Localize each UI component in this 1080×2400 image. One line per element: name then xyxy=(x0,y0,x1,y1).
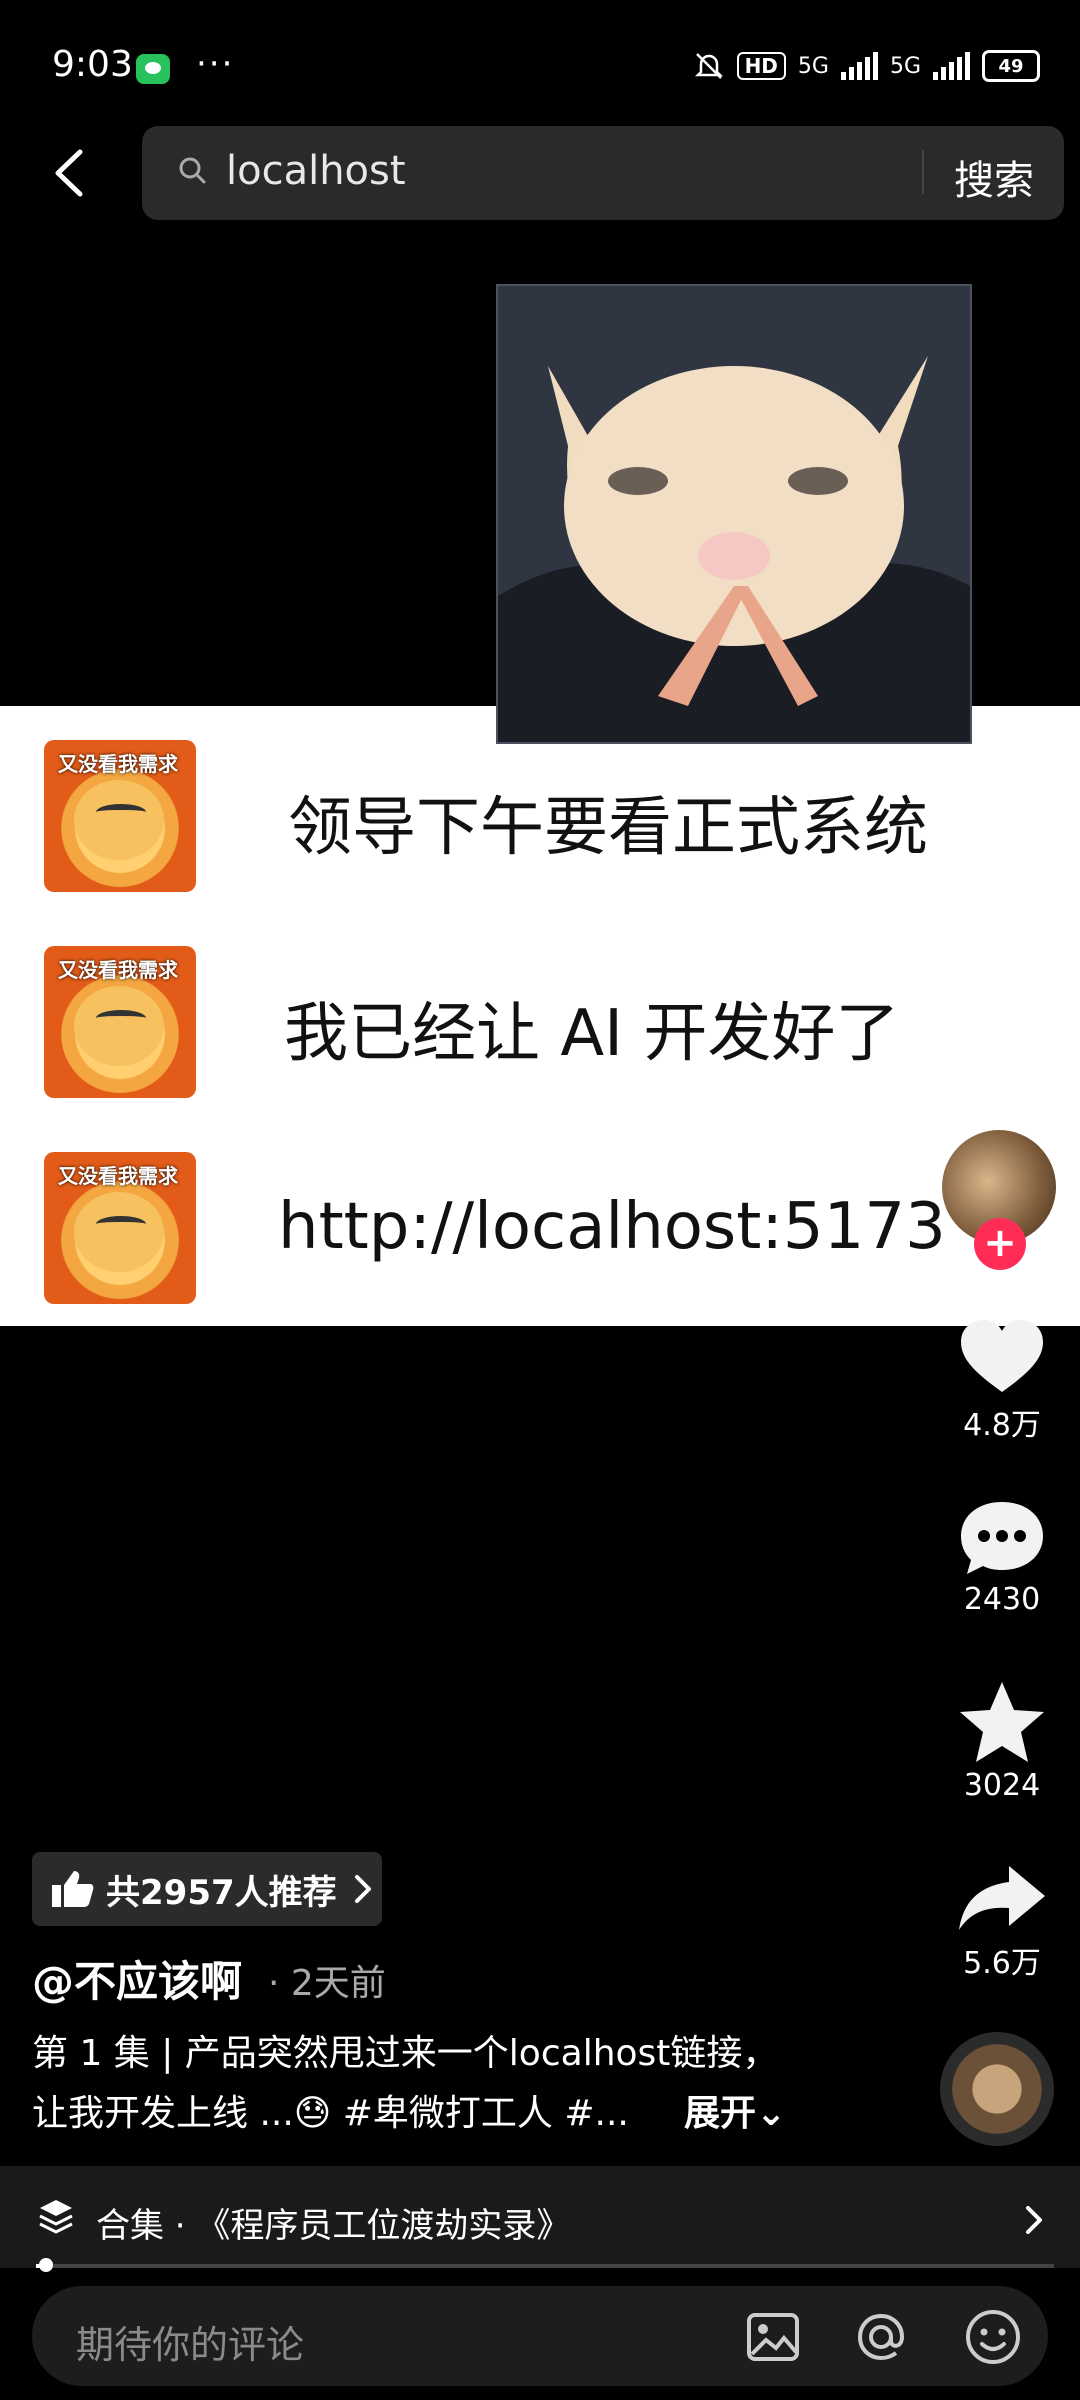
comment-bubble-icon xyxy=(961,1502,1043,1574)
meme-chat-panel: 又没看我需求 领导下午要看正式系统 又没看我需求 我已经让 AI 开发好了 又没… xyxy=(0,706,1080,1326)
favorite-count: 3024 xyxy=(963,1768,1041,1803)
like-button[interactable]: 4.8万 xyxy=(944,1316,1060,1444)
emoji-icon[interactable] xyxy=(964,2308,1022,2366)
video-description: 第 1 集 | 产品突然甩过来一个localhost链接， xyxy=(32,2033,779,2074)
search-icon xyxy=(179,157,206,184)
search-input[interactable]: localhost xyxy=(226,148,406,194)
thumbs-up-icon xyxy=(52,1871,94,1907)
chevron-right-icon xyxy=(354,1875,371,1903)
collection-title: 合集 · 《程序员工位渡劫实录》 xyxy=(96,2206,571,2246)
post-time: · 2天前 xyxy=(268,1963,386,2004)
more-notifications-icon: ··· xyxy=(196,44,235,84)
star-icon xyxy=(960,1682,1044,1762)
mention-icon[interactable] xyxy=(852,2308,910,2366)
recommend-pill[interactable]: 共2957人推荐 xyxy=(32,1852,382,1926)
chat-message-text: 领导下午要看正式系统 xyxy=(288,791,928,865)
chat-message: 又没看我需求 http://localhost:5173 xyxy=(0,1138,1080,1318)
favorite-button[interactable]: 3024 xyxy=(944,1680,1060,1803)
signal-icon xyxy=(933,52,970,80)
network-label: 5G xyxy=(797,53,829,79)
layers-icon xyxy=(39,2200,73,2234)
like-count: 4.8万 xyxy=(963,1408,1041,1443)
cat-meme-image xyxy=(496,284,972,744)
bear-avatar-image: 又没看我需求 xyxy=(44,740,196,892)
wechat-notification-icon xyxy=(136,54,170,84)
mute-bell-icon xyxy=(694,53,723,79)
search-divider xyxy=(922,150,924,194)
share-button[interactable]: 5.6万 xyxy=(944,1862,1060,1982)
expand-button[interactable]: 展开⌄ xyxy=(684,2084,786,2136)
video-progress-bar[interactable] xyxy=(36,2264,1054,2268)
music-disc-icon[interactable] xyxy=(940,2032,1054,2146)
back-arrow-icon[interactable] xyxy=(48,148,92,198)
bear-avatar-image: 又没看我需求 xyxy=(44,1152,196,1304)
status-time: 9:03 xyxy=(52,44,133,85)
chat-message: 又没看我需求 我已经让 AI 开发好了 xyxy=(0,932,1080,1112)
share-arrow-icon xyxy=(959,1866,1045,1930)
search-button[interactable]: 搜索 xyxy=(954,148,1034,206)
author-name[interactable]: @不应该啊 xyxy=(32,1948,242,2009)
signal-icon xyxy=(840,52,878,80)
comment-input[interactable]: 期待你的评论 xyxy=(76,2314,304,2369)
image-icon[interactable] xyxy=(746,2312,800,2362)
battery-icon: 49 xyxy=(982,50,1040,82)
recommend-text: 共2957人推荐 xyxy=(106,1872,337,1913)
comment-button[interactable]: 2430 xyxy=(944,1498,1060,1617)
video-progress-handle[interactable] xyxy=(39,2258,54,2272)
follow-plus-icon[interactable]: + xyxy=(974,1218,1026,1270)
chat-message-text: http://localhost:5173 xyxy=(278,1190,946,1264)
share-count: 5.6万 xyxy=(963,1946,1041,1981)
chat-message: 又没看我需求 领导下午要看正式系统 xyxy=(0,726,1080,906)
heart-icon xyxy=(961,1320,1043,1392)
hd-badge: HD xyxy=(736,52,786,80)
chevron-right-icon xyxy=(1026,2206,1042,2234)
status-indicators: HD 5G 5G 49 xyxy=(693,50,1040,82)
bear-avatar-image: 又没看我需求 xyxy=(44,946,196,1098)
chat-message-text: 我已经让 AI 开发好了 xyxy=(284,997,900,1071)
comment-count: 2430 xyxy=(963,1582,1041,1617)
network-label: 5G xyxy=(889,53,921,79)
video-description: 让我开发上线 ...😓 #卑微打工人 #... xyxy=(32,2093,629,2134)
